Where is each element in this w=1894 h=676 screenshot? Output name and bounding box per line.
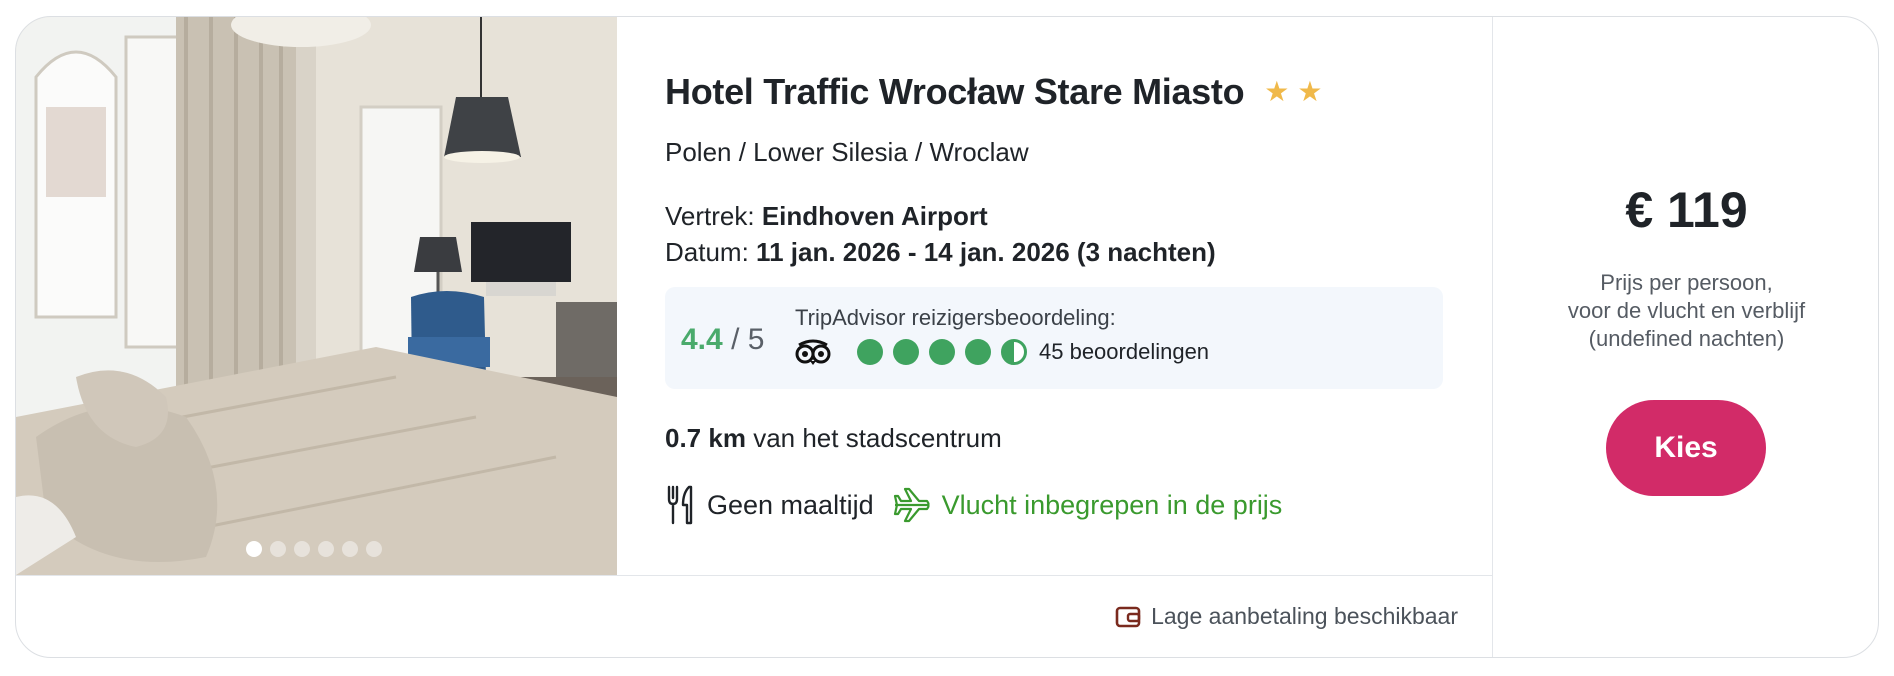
star-icon: ★ — [1264, 76, 1290, 107]
distance-suffix: van het stadscentrum — [753, 423, 1002, 453]
price-note-line: voor de vlucht en verblijf — [1567, 298, 1806, 323]
price-note-line: (undefined nachten) — [1588, 326, 1785, 351]
wallet-icon — [1115, 606, 1141, 627]
gallery-dots — [246, 541, 382, 557]
rating-bubble-icon — [929, 339, 955, 365]
rating-score: 4.4 / 5 — [681, 323, 764, 357]
gallery-dot[interactable] — [294, 541, 310, 557]
hotel-room-image — [16, 17, 617, 575]
gallery-dot[interactable] — [246, 541, 262, 557]
departure-label: Vertrek: — [665, 201, 755, 231]
tripadvisor-bubbles-row: 45 beoordelingen — [795, 339, 1209, 365]
rating-bubble-icon — [893, 339, 919, 365]
travel-dates: 11 jan. 2026 - 14 jan. 2026 (3 nachten) — [756, 237, 1216, 267]
fork-knife-icon — [667, 485, 693, 525]
review-count[interactable]: 45 beoordelingen — [1039, 339, 1209, 365]
distance-to-center: 0.7 km van het stadscentrum — [665, 423, 1002, 454]
departure-airport: Eindhoven Airport — [761, 201, 988, 231]
tripadvisor-label: TripAdvisor reizigersbeoordeling: — [795, 305, 1116, 330]
rating-bubble-icon — [857, 339, 883, 365]
features-row: Geen maaltijd Vlucht inbegrepen in de pr… — [665, 485, 1282, 525]
gallery-dot[interactable] — [366, 541, 382, 557]
meal-label: Geen maaltijd — [707, 489, 874, 520]
price-amount: € 119 — [1625, 182, 1748, 238]
choose-button[interactable]: Kies — [1606, 400, 1766, 496]
rating-max: / 5 — [731, 323, 765, 356]
hotel-location: Polen / Lower Silesia / Wroclaw — [665, 137, 1029, 167]
hotel-name[interactable]: Hotel Traffic Wrocław Stare Miasto — [665, 71, 1245, 113]
rating-half-bubble-icon — [1001, 339, 1027, 365]
title-row: Hotel Traffic Wrocław Stare Miasto ★ ★ — [665, 71, 1323, 113]
tripadvisor-owl-icon — [795, 339, 831, 365]
hotel-photo[interactable] — [16, 17, 617, 575]
low-deposit-label: Lage aanbetaling beschikbaar — [1151, 603, 1458, 629]
flight-feature: Vlucht inbegrepen in de prijs — [892, 487, 1283, 523]
hotel-card[interactable]: Hotel Traffic Wrocław Stare Miasto ★ ★ P… — [15, 16, 1879, 658]
departure-line: Vertrek: Eindhoven Airport — [665, 201, 988, 232]
star-rating: ★ ★ — [1264, 78, 1322, 106]
date-label: Datum: — [665, 237, 749, 267]
meal-feature: Geen maaltijd — [665, 485, 874, 525]
rating-value: 4.4 — [681, 323, 723, 356]
low-deposit-note: Lage aanbetaling beschikbaar — [1115, 603, 1458, 630]
price-note: Prijs per persoon, voor de vlucht en ver… — [1493, 269, 1878, 353]
rating-bubble-icon — [965, 339, 991, 365]
price-panel: € 119 Prijs per persoon, voor de vlucht … — [1493, 17, 1878, 657]
distance-value: 0.7 km — [665, 423, 746, 453]
gallery-dot[interactable] — [270, 541, 286, 557]
footer-divider — [16, 575, 1492, 576]
star-icon: ★ — [1297, 76, 1323, 107]
tripadvisor-rating: 4.4 / 5 TripAdvisor reizigersbeoordeling… — [665, 287, 1443, 389]
gallery-dot[interactable] — [318, 541, 334, 557]
date-line: Datum: 11 jan. 2026 - 14 jan. 2026 (3 na… — [665, 237, 1216, 268]
plane-icon — [893, 487, 930, 523]
gallery-dot[interactable] — [342, 541, 358, 557]
flight-label: Vlucht inbegrepen in de prijs — [941, 489, 1283, 520]
price-note-line: Prijs per persoon, — [1600, 270, 1773, 295]
